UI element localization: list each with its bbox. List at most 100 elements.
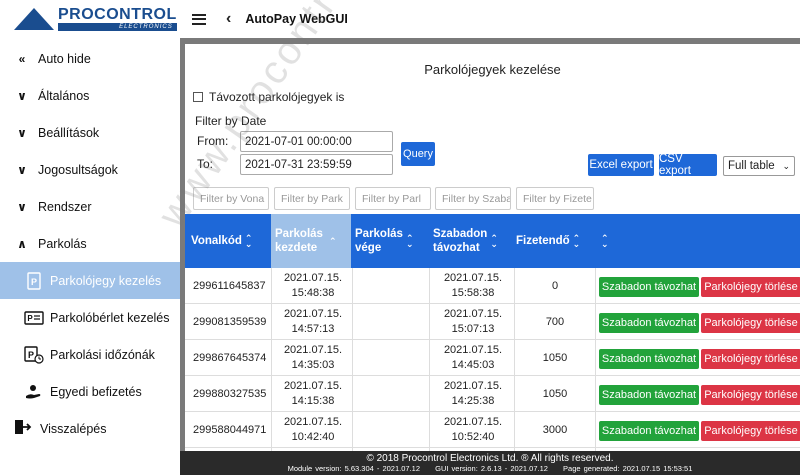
column-divider bbox=[352, 268, 353, 451]
sidebar-item-parkolas[interactable]: ∧ Parkolás bbox=[0, 225, 180, 262]
back-chevron-icon[interactable]: ‹ bbox=[226, 10, 231, 28]
sidebar-item-parkoloberlet-kezeles[interactable]: P Parkolóbérlet kezelés bbox=[0, 299, 180, 336]
table-row: 299081359539 2021.07.15. 14:57:13 2021.07… bbox=[185, 304, 800, 340]
column-divider bbox=[514, 268, 515, 451]
sidebar-item-label: Beállítások bbox=[38, 125, 100, 140]
app-title: AutoPay WebGUI bbox=[245, 12, 348, 26]
sidebar-item-label: Auto hide bbox=[38, 51, 91, 66]
svg-text:P: P bbox=[27, 314, 33, 323]
sidebar-item-label: Parkolási időzónák bbox=[50, 347, 155, 362]
departed-tickets-checkbox[interactable] bbox=[193, 92, 203, 102]
cell-szabadon-tavozhat: 2021.07.15. 14:25:38 bbox=[443, 380, 503, 407]
delete-ticket-button[interactable]: Parkolójegy törlése bbox=[701, 421, 800, 441]
cell-parkolas-kezdete: 2021.07.15. 10:42:40 bbox=[283, 416, 343, 443]
cell-szabadon-tavozhat: 2021.07.15. 15:07:13 bbox=[443, 308, 503, 335]
ticket-icon: P bbox=[24, 271, 44, 290]
sidebar-item-label: Parkolójegy kezelés bbox=[50, 273, 162, 288]
sidebar-item-altalanos[interactable]: ∨ Általános bbox=[0, 77, 180, 114]
filter-parkolas-vege-input[interactable]: Filter by Parl bbox=[355, 187, 431, 210]
filter-parkolas-kezdete-input[interactable]: Filter by Park bbox=[274, 187, 350, 210]
footer: © 2018 Procontrol Electronics Ltd. ® All… bbox=[180, 451, 800, 475]
gui-version: GUI version: 2.6.13 - 2021.07.12 bbox=[435, 464, 548, 473]
table-header: Vonalkód ⌃ ⌄ Parkolás kezdete ⌃ Parkolás vé… bbox=[185, 214, 800, 268]
allow-exit-button[interactable]: Szabadon távozhat bbox=[599, 313, 699, 333]
cell-szabadon-tavozhat: 2021.07.15. 14:45:03 bbox=[443, 344, 503, 371]
column-divider bbox=[271, 268, 272, 451]
sidebar-item-beallitasok[interactable]: ∨ Beállítások bbox=[0, 114, 180, 151]
excel-export-button[interactable]: Excel export bbox=[588, 154, 654, 176]
chevron-down-icon: ∨ bbox=[17, 125, 27, 140]
filter-fizetendo-input[interactable]: Filter by Fizete bbox=[516, 187, 594, 210]
hamburger-menu-icon[interactable] bbox=[192, 13, 206, 25]
logo-tagline: ELECTRONICS bbox=[58, 23, 177, 31]
column-header-vonalkod[interactable]: Vonalkód ⌃ ⌄ bbox=[191, 214, 271, 268]
cell-fizetendo: 0 bbox=[551, 279, 559, 292]
csv-export-button[interactable]: CSV export bbox=[659, 153, 717, 177]
table-row: 299880327535 2021.07.15. 14:15:38 2021.07… bbox=[185, 376, 800, 412]
sidebar-item-label: Egyedi befizetés bbox=[50, 384, 142, 399]
sort-ascending-icon: ⌃ bbox=[328, 235, 337, 246]
cell-fizetendo: 700 bbox=[545, 315, 565, 328]
allow-exit-button[interactable]: Szabadon távozhat bbox=[599, 385, 699, 405]
chevron-down-icon: ⌄ bbox=[782, 160, 790, 171]
chevron-up-icon: ∧ bbox=[17, 236, 27, 251]
filter-by-date-label: Filter by Date bbox=[195, 114, 267, 128]
query-button[interactable]: Query bbox=[401, 142, 435, 166]
delete-ticket-button[interactable]: Parkolójegy törlése bbox=[701, 277, 800, 297]
table-row: 299588044971 2021.07.15. 10:42:40 2021.07… bbox=[185, 412, 800, 448]
sidebar-item-parkolojegy-kezeles[interactable]: P Parkolójegy kezelés bbox=[0, 262, 180, 299]
sidebar-item-egyedi-befizetes[interactable]: Egyedi befizetés bbox=[0, 373, 180, 410]
sidebar-item-jogosultsagok[interactable]: ∨ Jogosultságok bbox=[0, 151, 180, 188]
allow-exit-button[interactable]: Szabadon távozhat bbox=[599, 349, 699, 369]
column-header-fizetendo[interactable]: Fizetendő ⌃ ⌄ bbox=[516, 214, 594, 268]
procontrol-logo[interactable]: PROCONTROL ELECTRONICS bbox=[0, 0, 180, 38]
filter-vonalkod-input[interactable]: Filter by Vona bbox=[193, 187, 269, 210]
column-header-szabadon-tavozhat[interactable]: Szabadon távozhat ⌃ ⌄ bbox=[433, 214, 513, 268]
column-header-parkolas-vege[interactable]: Parkolás vége ⌃ ⌄ bbox=[355, 214, 427, 268]
header-label: Parkolás bbox=[355, 227, 403, 240]
sidebar-item-auto-hide[interactable]: « Auto hide bbox=[0, 40, 180, 77]
copyright: © 2018 Procontrol Electronics Ltd. ® All… bbox=[366, 453, 614, 464]
column-divider bbox=[595, 268, 596, 451]
parking-card-icon: P bbox=[24, 309, 44, 327]
column-header-parkolas-kezdete[interactable]: Parkolás kezdete ⌃ bbox=[271, 214, 351, 268]
header-label: Fizetendő bbox=[516, 234, 570, 247]
to-date-input[interactable] bbox=[240, 154, 393, 175]
column-header-actions[interactable]: ⌃ ⌄ bbox=[598, 214, 618, 268]
allow-exit-button[interactable]: Szabadon távozhat bbox=[599, 277, 699, 297]
sidebar-item-parkolasi-idozonak[interactable]: P Parkolási időzónák bbox=[0, 336, 180, 373]
sidebar: PROCONTROL ELECTRONICS « Auto hide ∨ Ált… bbox=[0, 0, 180, 475]
table-row: 299867645374 2021.07.15. 14:35:03 2021.07… bbox=[185, 340, 800, 376]
logo-triangle-icon bbox=[14, 8, 54, 30]
filter-szabadon-input[interactable]: Filter by Szaba bbox=[435, 187, 511, 210]
chevron-down-icon: ∨ bbox=[17, 88, 27, 103]
sidebar-item-rendszer[interactable]: ∨ Rendszer bbox=[0, 188, 180, 225]
departed-tickets-checkbox-row[interactable]: Távozott parkolójegyek is bbox=[193, 90, 344, 104]
from-date-input[interactable] bbox=[240, 131, 393, 152]
cell-fizetendo: 3000 bbox=[542, 423, 568, 436]
cell-vonalkod: 299867645374 bbox=[193, 352, 267, 364]
cell-parkolas-kezdete: 2021.07.15. 15:48:38 bbox=[283, 272, 343, 299]
topbar: ‹ AutoPay WebGUI bbox=[180, 0, 800, 38]
svg-text:P: P bbox=[31, 277, 37, 287]
allow-exit-button[interactable]: Szabadon távozhat bbox=[599, 421, 699, 441]
delete-ticket-button[interactable]: Parkolójegy törlése bbox=[701, 349, 800, 369]
delete-ticket-button[interactable]: Parkolójegy törlése bbox=[701, 385, 800, 405]
cell-parkolas-kezdete: 2021.07.15. 14:57:13 bbox=[283, 308, 343, 335]
cell-szabadon-tavozhat: 2021.07.15. 15:58:38 bbox=[443, 272, 503, 299]
checkbox-label: Távozott parkolójegyek is bbox=[209, 90, 345, 104]
coins-hand-icon bbox=[24, 383, 44, 401]
cell-vonalkod: 299588044971 bbox=[193, 424, 267, 436]
sidebar-item-label: Parkolás bbox=[38, 236, 87, 251]
view-mode-select[interactable]: Full table ⌄ bbox=[723, 156, 795, 176]
sidebar-item-logout[interactable]: Visszalépés bbox=[0, 410, 180, 447]
header-label: Szabadon bbox=[433, 227, 488, 240]
page-title: Parkolójegyek kezelése bbox=[424, 62, 561, 77]
delete-ticket-button[interactable]: Parkolójegy törlése bbox=[701, 313, 800, 333]
cell-parkolas-kezdete: 2021.07.15. 14:35:03 bbox=[283, 344, 343, 371]
logout-icon bbox=[14, 419, 32, 438]
sort-icon: ⌃ ⌄ bbox=[601, 232, 609, 249]
double-chevron-left-icon: « bbox=[18, 51, 26, 66]
cell-vonalkod: 299880327535 bbox=[193, 388, 267, 400]
cell-parkolas-kezdete: 2021.07.15. 14:15:38 bbox=[283, 380, 343, 407]
